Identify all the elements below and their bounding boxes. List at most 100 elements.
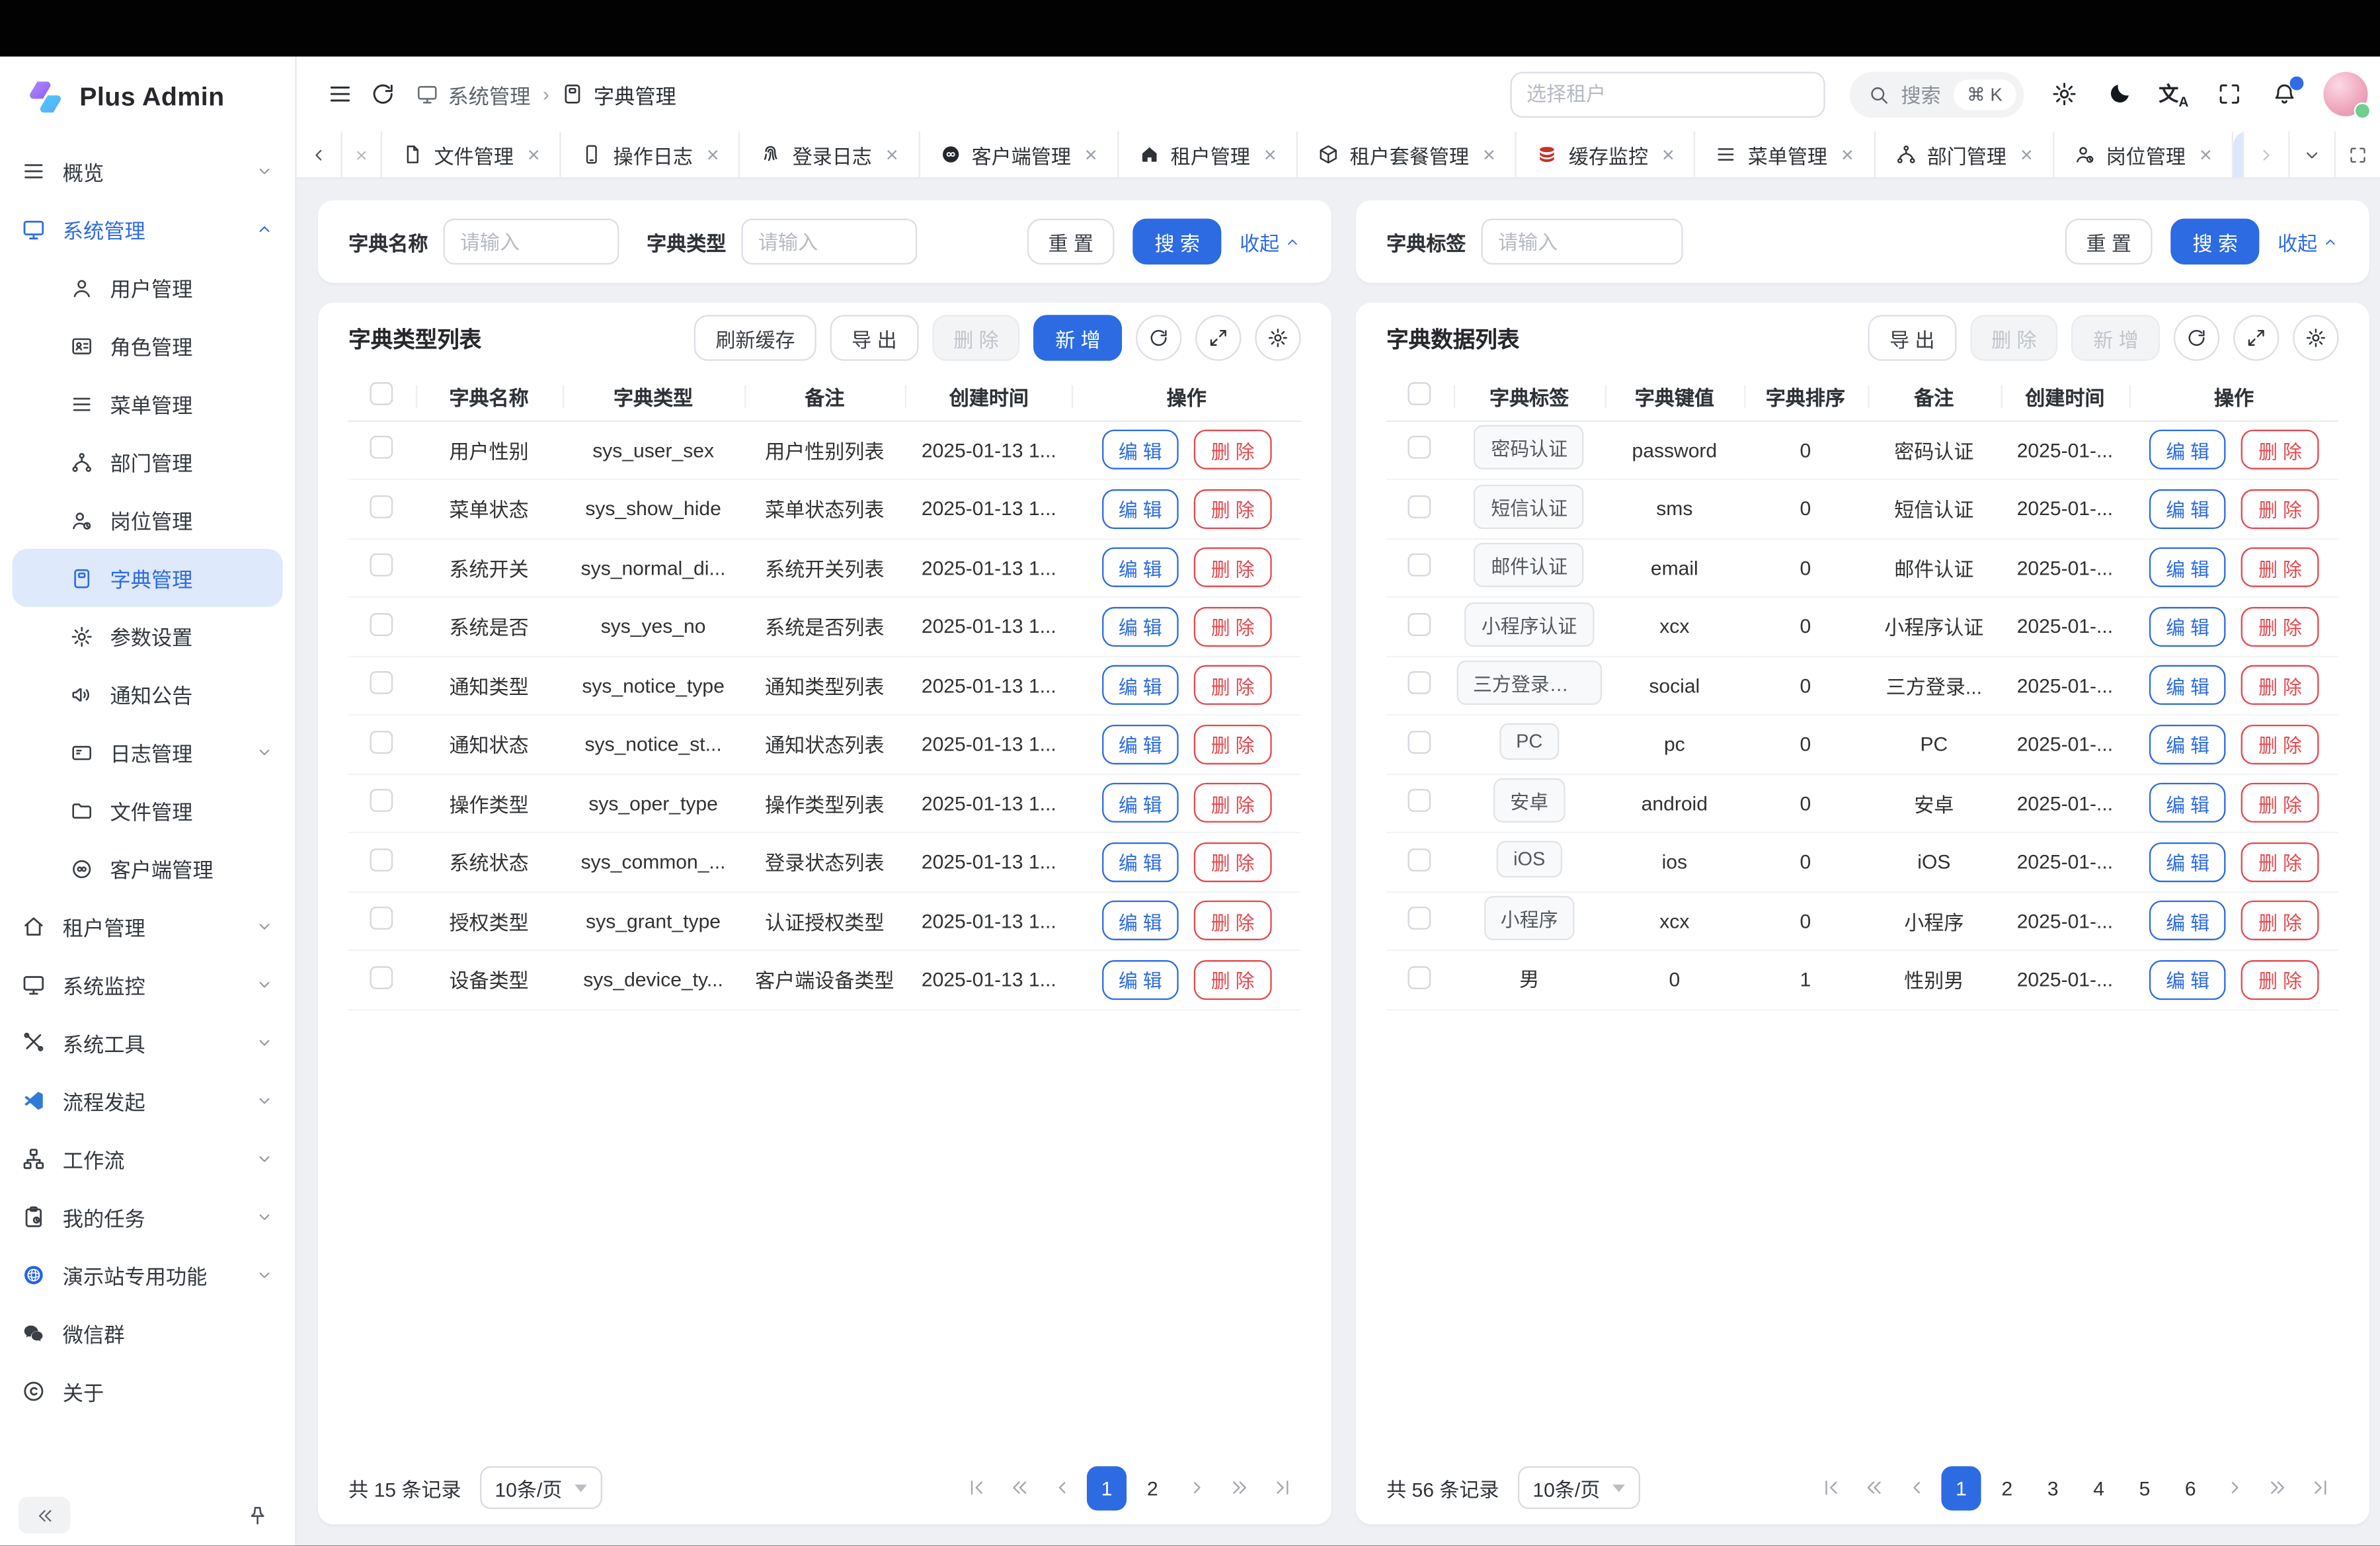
- search-button[interactable]: 搜 索: [2171, 219, 2259, 264]
- sidebar-item[interactable]: 客户端管理: [0, 839, 295, 897]
- tab-close-icon[interactable]: ×: [1264, 143, 1277, 165]
- row-checkbox[interactable]: [1408, 613, 1431, 636]
- breadcrumb-section[interactable]: 系统管理: [448, 79, 530, 109]
- delete-button[interactable]: 删 除: [1194, 430, 1271, 469]
- sidebar-item[interactable]: 工作流: [0, 1130, 295, 1188]
- sidebar-collapse-button[interactable]: [19, 1497, 71, 1533]
- settings-button[interactable]: [2048, 79, 2079, 109]
- page-size-select[interactable]: 10条/页: [1517, 1466, 1640, 1509]
- edit-button[interactable]: 编 辑: [2149, 959, 2227, 999]
- tab[interactable]: 租户套餐管理 ×: [1298, 132, 1517, 177]
- delete-button[interactable]: 删 除: [1970, 315, 2058, 360]
- delete-button[interactable]: 删 除: [2242, 548, 2319, 587]
- edit-button[interactable]: 编 辑: [1101, 783, 1179, 823]
- edit-button[interactable]: 编 辑: [2149, 430, 2227, 469]
- row-checkbox[interactable]: [1408, 731, 1431, 754]
- row-checkbox[interactable]: [370, 495, 393, 518]
- language-toggle[interactable]: 文A: [2159, 79, 2189, 109]
- collapse-search-link[interactable]: 收起: [2278, 227, 2339, 256]
- delete-button[interactable]: 删 除: [1194, 724, 1271, 764]
- sidebar-pin-button[interactable]: [237, 1497, 276, 1533]
- prev-page-button[interactable]: [1044, 1466, 1080, 1509]
- delete-button[interactable]: 删 除: [2242, 665, 2319, 705]
- tab-close-icon[interactable]: ×: [1841, 143, 1854, 165]
- tab[interactable]: 客户端管理 ×: [920, 132, 1119, 177]
- tab-overflow-close[interactable]: ×: [342, 132, 382, 177]
- edit-button[interactable]: 编 辑: [1101, 489, 1179, 528]
- delete-button[interactable]: 删 除: [1194, 665, 1271, 705]
- sidebar-item[interactable]: 角色管理: [0, 317, 295, 375]
- delete-button[interactable]: 删 除: [1194, 842, 1271, 881]
- delete-button[interactable]: 删 除: [1194, 548, 1271, 587]
- content-fullscreen-button[interactable]: [2334, 132, 2380, 177]
- row-checkbox[interactable]: [1408, 554, 1431, 577]
- sidebar-item[interactable]: 字典管理: [12, 549, 282, 607]
- page-size-select[interactable]: 10条/页: [479, 1466, 602, 1509]
- sidebar-item[interactable]: 演示站专用功能: [0, 1246, 295, 1304]
- tab-close-icon[interactable]: ×: [1662, 143, 1675, 165]
- row-checkbox[interactable]: [370, 848, 393, 872]
- page-number-button[interactable]: 2: [1987, 1465, 2027, 1510]
- export-button[interactable]: 导 出: [1868, 315, 1956, 360]
- table-settings-button[interactable]: [1255, 315, 1300, 360]
- fullscreen-button[interactable]: [2213, 79, 2244, 109]
- sidebar-toggle-button[interactable]: [318, 73, 361, 116]
- next-page-button[interactable]: [1179, 1466, 1215, 1509]
- tab[interactable]: 登录日志 ×: [740, 132, 920, 177]
- edit-button[interactable]: 编 辑: [1101, 606, 1179, 646]
- export-button[interactable]: 导 出: [830, 315, 918, 360]
- page-number-button[interactable]: 1: [1941, 1465, 1981, 1510]
- sidebar-item[interactable]: 系统管理: [0, 200, 295, 259]
- row-checkbox[interactable]: [370, 966, 393, 989]
- row-checkbox[interactable]: [1408, 495, 1431, 518]
- tab-close-icon[interactable]: ×: [707, 143, 719, 165]
- delete-button[interactable]: 删 除: [1194, 959, 1271, 999]
- page-refresh-button[interactable]: [361, 73, 404, 116]
- row-checkbox[interactable]: [1408, 907, 1431, 930]
- page-number-button[interactable]: 2: [1132, 1465, 1172, 1510]
- sidebar-item[interactable]: 部门管理: [0, 432, 295, 491]
- last-page-button[interactable]: [1264, 1466, 1300, 1509]
- tabs-scroll-left-button[interactable]: [297, 132, 342, 177]
- tab[interactable]: 操作日志 ×: [561, 132, 740, 177]
- sidebar-item[interactable]: 流程发起: [0, 1072, 295, 1130]
- jump-back-button[interactable]: [1001, 1466, 1037, 1509]
- edit-button[interactable]: 编 辑: [2149, 606, 2227, 646]
- notifications-button[interactable]: [2268, 79, 2299, 109]
- row-checkbox[interactable]: [1408, 790, 1431, 813]
- global-search-button[interactable]: 搜索 ⌘ K: [1849, 71, 2024, 117]
- edit-button[interactable]: 编 辑: [2149, 548, 2227, 587]
- prev-page-button[interactable]: [1899, 1466, 1935, 1509]
- next-page-button[interactable]: [2217, 1466, 2253, 1509]
- row-checkbox[interactable]: [370, 613, 393, 636]
- edit-button[interactable]: 编 辑: [1101, 665, 1179, 705]
- page-number-button[interactable]: 1: [1087, 1465, 1127, 1510]
- dark-mode-toggle[interactable]: [2104, 79, 2134, 109]
- sidebar-item[interactable]: 参数设置: [0, 607, 295, 665]
- tab-close-icon[interactable]: ×: [1085, 143, 1097, 165]
- dict-type-input[interactable]: [741, 219, 917, 264]
- add-button[interactable]: 新 增: [1034, 315, 1122, 360]
- sidebar-item[interactable]: 租户管理: [0, 897, 295, 956]
- last-page-button[interactable]: [2302, 1466, 2338, 1509]
- row-checkbox[interactable]: [1408, 966, 1431, 989]
- sidebar-item[interactable]: 系统监控: [0, 956, 295, 1014]
- tab[interactable]: 部门管理 ×: [1875, 132, 2054, 177]
- edit-button[interactable]: 编 辑: [2149, 489, 2227, 528]
- edit-button[interactable]: 编 辑: [1101, 959, 1179, 999]
- edit-button[interactable]: 编 辑: [1101, 842, 1179, 881]
- sidebar-item[interactable]: 我的任务: [0, 1188, 295, 1246]
- edit-button[interactable]: 编 辑: [2149, 724, 2227, 764]
- tabs-menu-button[interactable]: [2288, 132, 2334, 177]
- tab-close-icon[interactable]: ×: [2020, 143, 2033, 165]
- edit-button[interactable]: 编 辑: [2149, 665, 2227, 705]
- delete-button[interactable]: 删 除: [2242, 724, 2319, 764]
- table-refresh-button[interactable]: [2174, 315, 2219, 360]
- sidebar-item[interactable]: 关于: [0, 1362, 295, 1420]
- select-all-checkbox[interactable]: [1408, 383, 1431, 406]
- tab[interactable]: 缓存监控 ×: [1517, 132, 1696, 177]
- add-button[interactable]: 新 增: [2072, 315, 2160, 360]
- page-number-button[interactable]: 4: [2079, 1465, 2119, 1510]
- row-checkbox[interactable]: [1408, 436, 1431, 460]
- first-page-button[interactable]: [1813, 1466, 1849, 1509]
